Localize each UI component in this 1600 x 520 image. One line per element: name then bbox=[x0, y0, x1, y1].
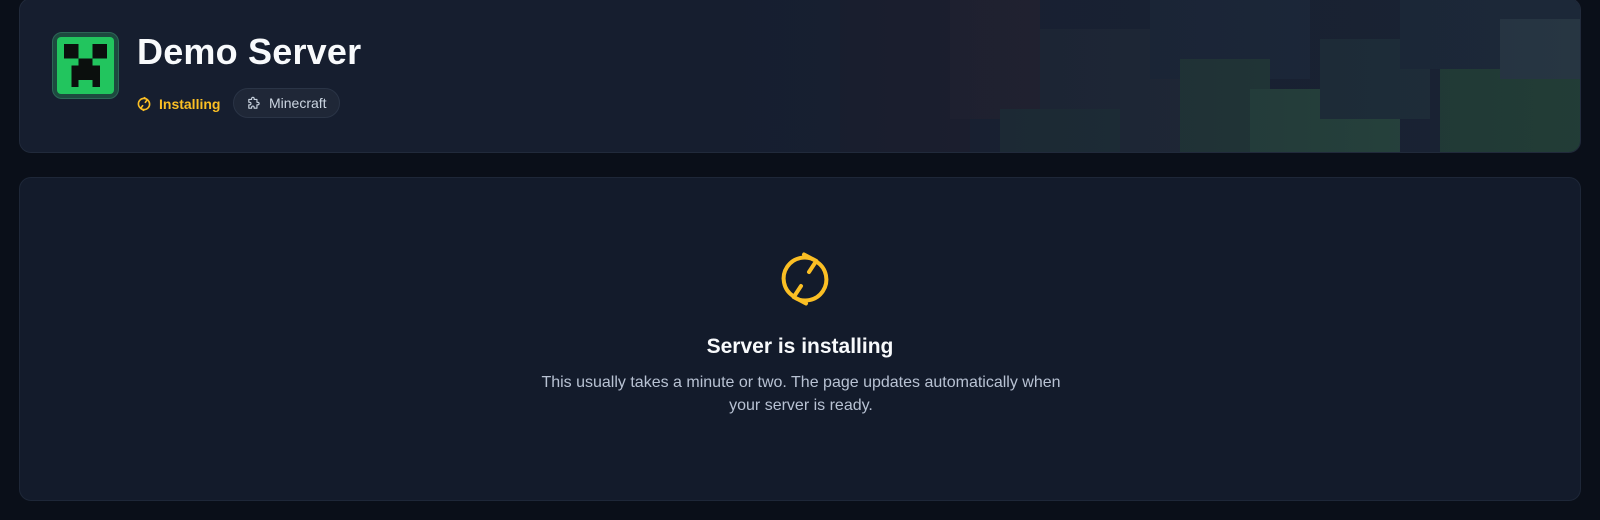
install-title: Server is installing bbox=[706, 335, 894, 358]
status-label: Installing bbox=[159, 96, 221, 112]
installing-indicator bbox=[775, 249, 835, 309]
server-header: Demo Server Installing Minecraft bbox=[19, 0, 1581, 153]
creeper-face-icon bbox=[57, 37, 114, 94]
banner-image bbox=[20, 0, 1580, 152]
game-label: Minecraft bbox=[269, 95, 327, 111]
install-description: This usually takes a minute or two. The … bbox=[541, 374, 1061, 414]
refresh-icon bbox=[781, 252, 829, 306]
game-badge: Minecraft bbox=[233, 88, 340, 118]
refresh-icon bbox=[137, 96, 151, 112]
server-page: Demo Server Installing Minecraft Server … bbox=[0, 0, 1600, 520]
server-icon bbox=[52, 32, 119, 99]
server-name: Demo Server bbox=[137, 31, 362, 72]
status-indicator: Installing bbox=[136, 93, 220, 115]
puzzle-piece-icon bbox=[248, 96, 260, 109]
install-status-panel: Server is installing This usually takes … bbox=[19, 177, 1581, 501]
